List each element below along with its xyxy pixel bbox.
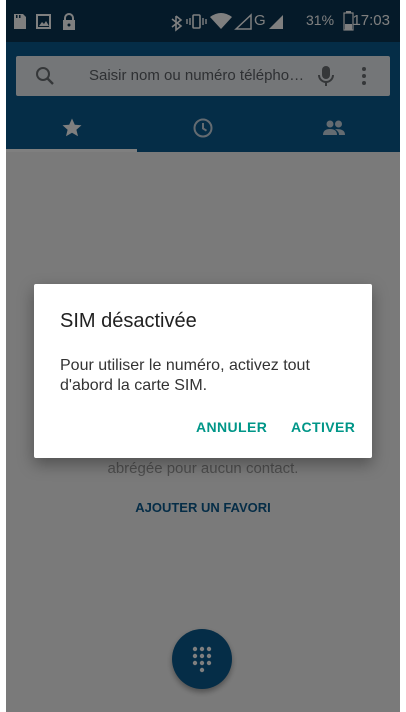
device-frame: G 31% 17:03 Saisir nom ou numéro télépho… (0, 0, 406, 712)
dialog-message: Pour utiliser le numéro, activez tout d'… (60, 357, 310, 394)
phone-screen: G 31% 17:03 Saisir nom ou numéro télépho… (6, 0, 400, 712)
activate-button[interactable]: ACTIVER (291, 419, 355, 435)
sim-disabled-dialog: SIM désactivée Pour utiliser le numéro, … (34, 284, 372, 458)
cancel-button[interactable]: ANNULER (196, 419, 267, 435)
dialog-title: SIM désactivée (60, 310, 197, 332)
